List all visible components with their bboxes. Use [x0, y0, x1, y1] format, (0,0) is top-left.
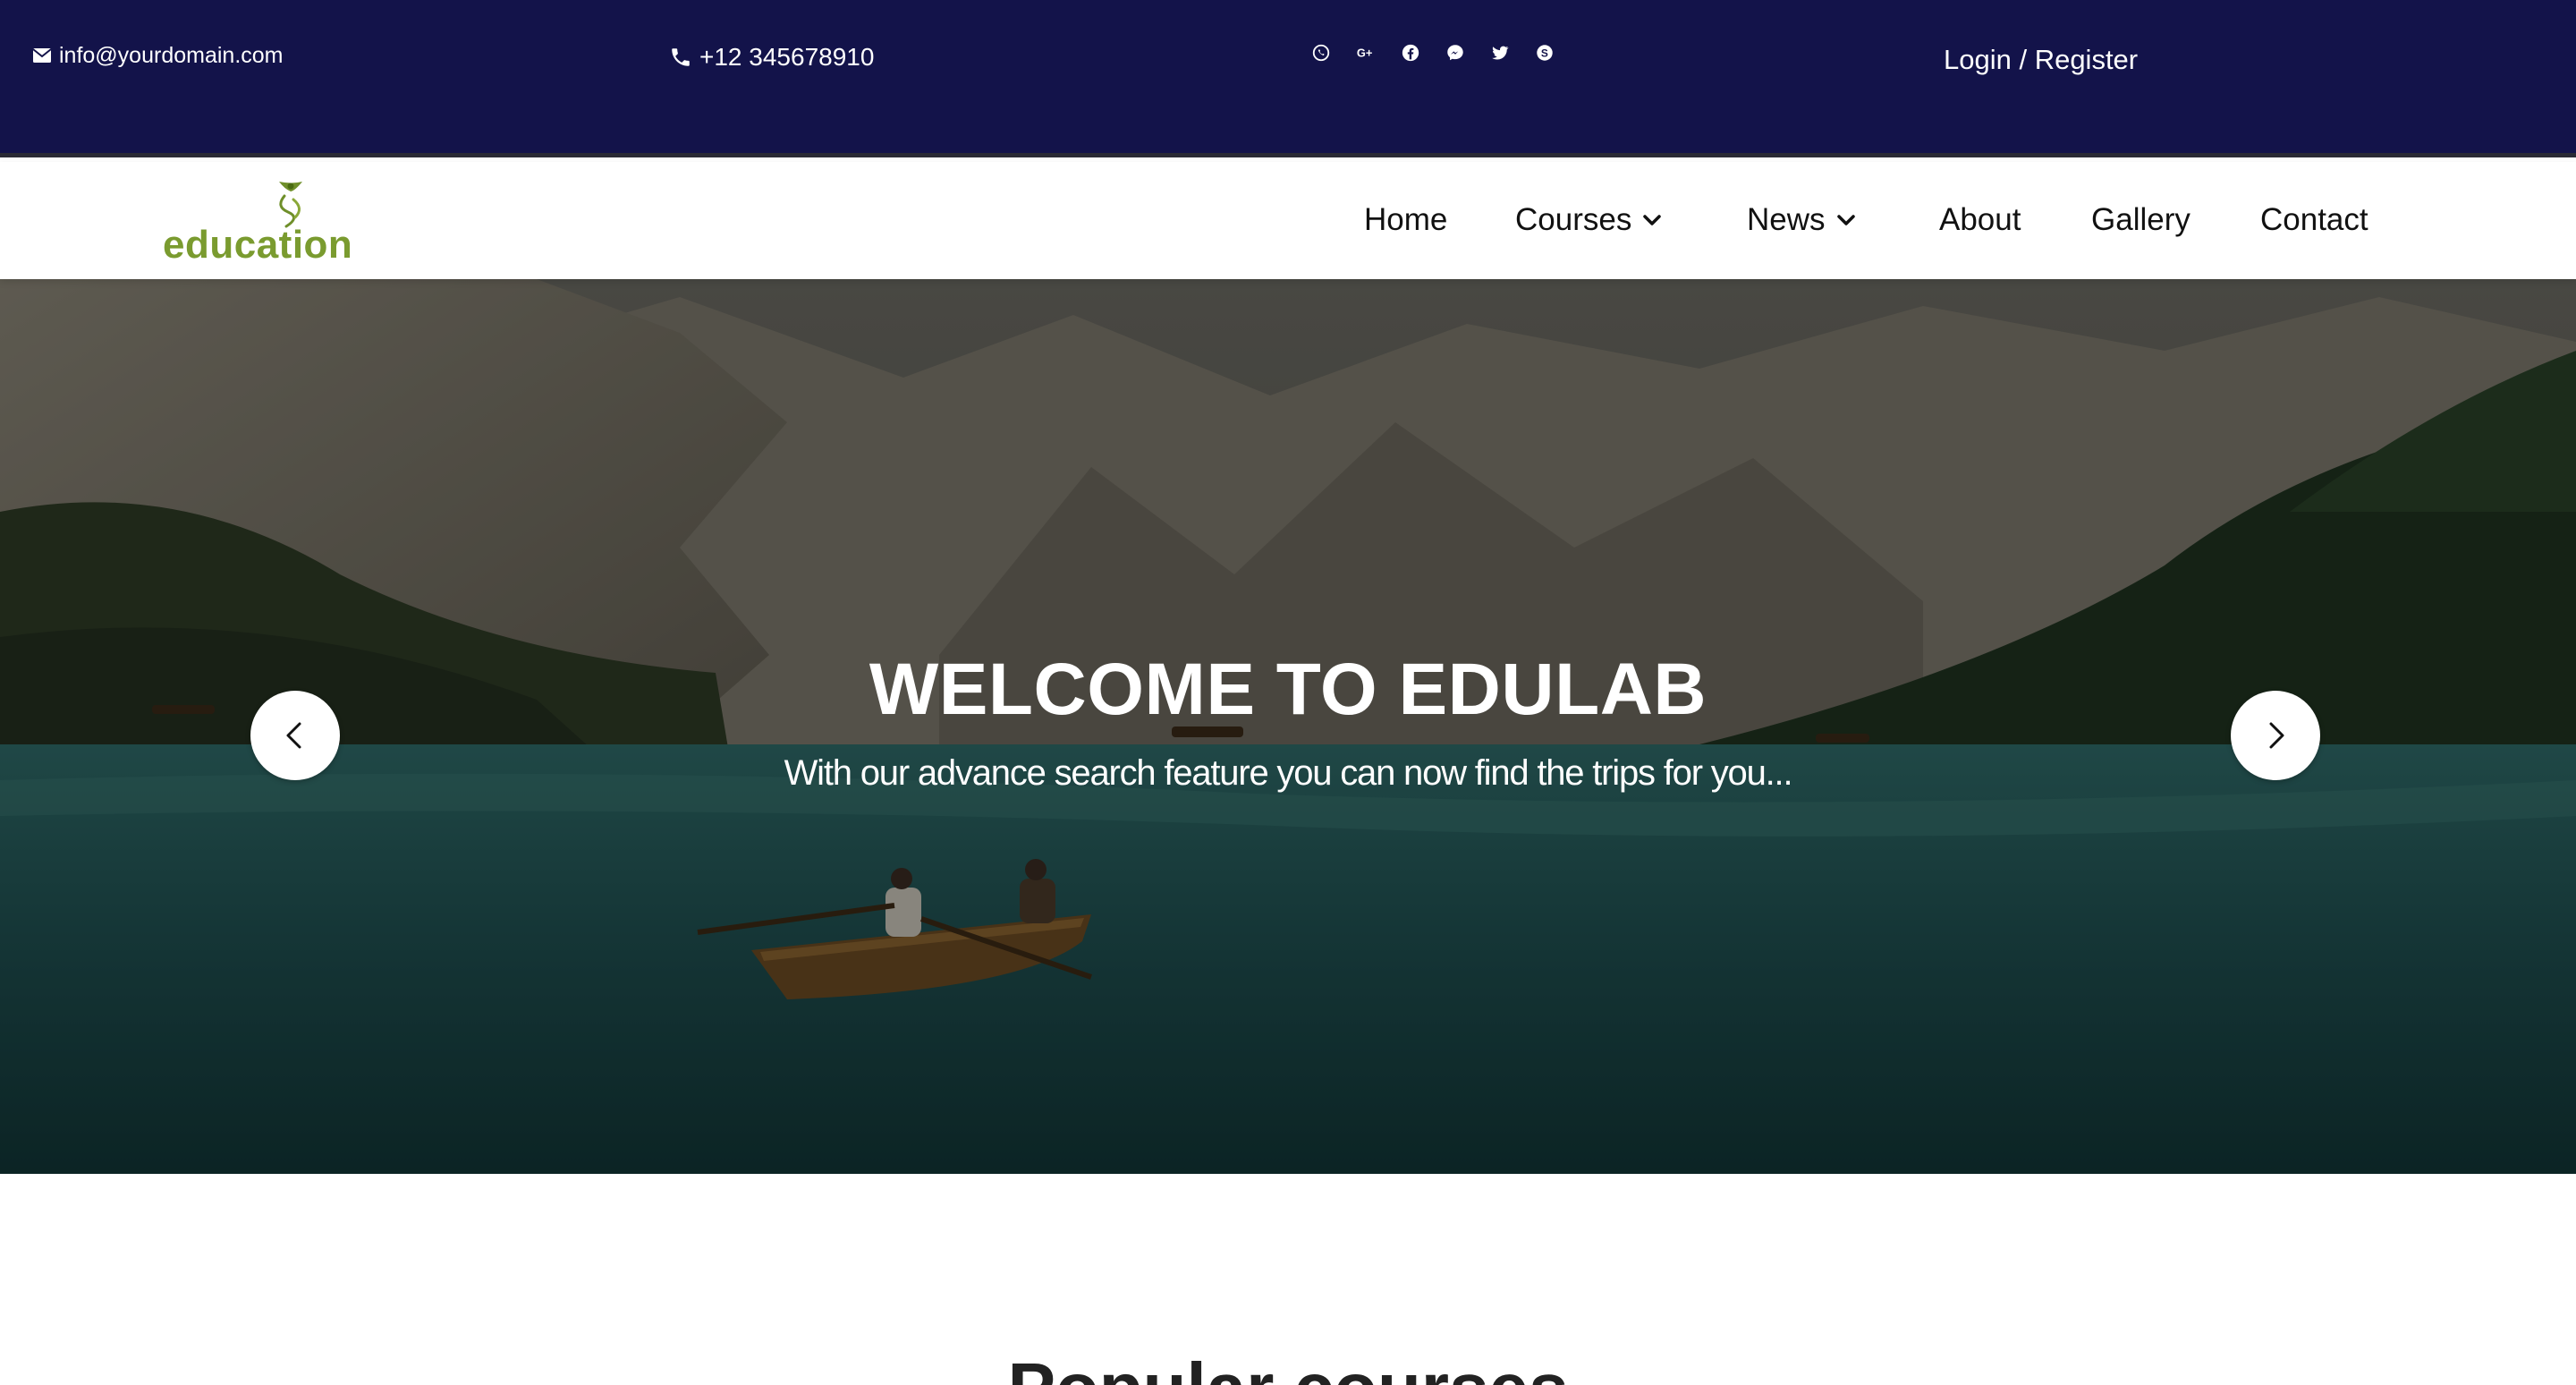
nav-home-label: Home: [1364, 202, 1448, 237]
nav-contact[interactable]: Contact: [2260, 198, 2368, 242]
google-plus-icon[interactable]: G+: [1343, 39, 1388, 66]
contact-phone[interactable]: +12 345678910: [669, 39, 874, 75]
email-text: info@yourdomain.com: [59, 42, 284, 68]
phone-text: +12 345678910: [699, 43, 875, 71]
hero-slider: WELCOME TO EDULAB With our advance searc…: [0, 279, 2576, 1174]
contact-email[interactable]: info@yourdomain.com: [32, 39, 284, 72]
nav-contact-label: Contact: [2260, 202, 2368, 237]
nav-gallery[interactable]: Gallery: [2091, 198, 2190, 242]
whatsapp-icon[interactable]: [1299, 39, 1343, 66]
main-navbar: education Home Courses News About Galler…: [0, 162, 2576, 279]
chevron-left-icon: [286, 722, 301, 749]
nav-news-label: News: [1747, 202, 1826, 237]
popular-courses-heading: Popular courses: [0, 1353, 2576, 1385]
phone-icon: [672, 48, 690, 66]
messenger-icon[interactable]: [1433, 39, 1478, 66]
hero-subtitle: With our advance search feature you can …: [784, 753, 1793, 793]
envelope-icon: [32, 48, 52, 63]
twitter-icon[interactable]: [1478, 39, 1522, 66]
slider-next-button[interactable]: [2231, 691, 2320, 780]
nav-about[interactable]: About: [1939, 198, 2021, 242]
chevron-right-icon: [2269, 722, 2284, 749]
svg-text:S: S: [1541, 47, 1548, 60]
nav-home[interactable]: Home: [1364, 198, 1447, 242]
nav-courses-label: Courses: [1515, 202, 1632, 237]
svg-text:G+: G+: [1357, 47, 1372, 60]
slider-prev-button[interactable]: [250, 691, 340, 780]
logo-text: education: [163, 223, 353, 267]
login-register-link[interactable]: Login / Register: [1944, 39, 2138, 81]
chevron-down-icon: [1836, 215, 1855, 225]
site-logo[interactable]: education: [161, 176, 352, 267]
hero-title: WELCOME TO EDULAB: [869, 649, 1707, 730]
skype-icon[interactable]: S: [1522, 39, 1567, 66]
social-links: G+ S: [1299, 39, 1567, 66]
nav-gallery-label: Gallery: [2091, 202, 2190, 237]
chevron-down-icon: [1643, 215, 1662, 225]
top-bar: info@yourdomain.com +12 345678910 G+ S L…: [0, 0, 2576, 157]
facebook-icon[interactable]: [1388, 39, 1433, 66]
nav-news[interactable]: News: [1747, 198, 1856, 242]
nav-about-label: About: [1939, 202, 2021, 237]
nav-courses[interactable]: Courses: [1515, 198, 1662, 242]
